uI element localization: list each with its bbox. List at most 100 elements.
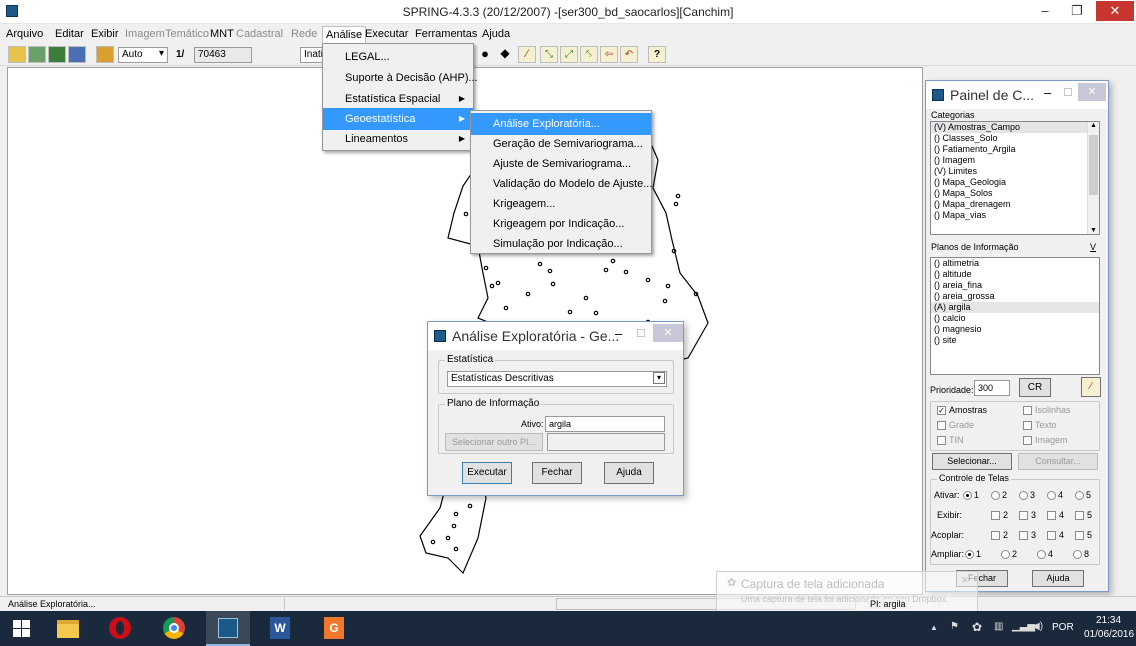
list-item[interactable]: () site bbox=[931, 335, 1099, 346]
scroll-down-icon[interactable]: ▼ bbox=[1088, 227, 1099, 234]
ativar-4[interactable]: 4 bbox=[1047, 490, 1063, 501]
menu-mnt[interactable]: MNT bbox=[210, 28, 234, 40]
close-button[interactable]: ✕ bbox=[653, 324, 683, 342]
ajuda-panel-button[interactable]: Ajuda bbox=[1032, 570, 1084, 587]
ampliar-2[interactable]: 2 bbox=[1001, 549, 1017, 560]
list-item[interactable]: () magnesio bbox=[931, 324, 1099, 335]
close-button[interactable]: ✕ bbox=[1096, 1, 1134, 21]
volume-icon[interactable]: ◀) bbox=[1032, 621, 1043, 632]
consultar-button[interactable]: Consultar... bbox=[1018, 453, 1098, 470]
ativar-2[interactable]: 2 bbox=[991, 490, 1007, 501]
acoplar-5[interactable]: 5 bbox=[1075, 530, 1092, 541]
acoplar-3[interactable]: 3 bbox=[1019, 530, 1036, 541]
menu-item-legal[interactable]: LEGAL... bbox=[323, 46, 473, 68]
list-item[interactable]: () Mapa_drenagem bbox=[931, 199, 1099, 210]
list-item[interactable]: () Fatiamento_Argila bbox=[931, 144, 1099, 155]
list-item[interactable]: () Classes_Solo bbox=[931, 133, 1099, 144]
info-icon[interactable]: ● bbox=[476, 46, 494, 63]
estatistica-select[interactable]: Estatísticas Descritivas ▾ bbox=[447, 371, 667, 387]
scroll-thumb[interactable] bbox=[1089, 135, 1098, 195]
list-item[interactable]: (A) argila bbox=[931, 302, 1099, 313]
zoom-out-icon[interactable]: ⤢ bbox=[560, 46, 578, 63]
maximize-button[interactable]: ☐ bbox=[1063, 86, 1073, 99]
menu-ferramentas[interactable]: Ferramentas bbox=[415, 28, 477, 40]
language-indicator[interactable]: POR bbox=[1052, 622, 1074, 633]
taskbar-pdf[interactable]: G bbox=[312, 611, 356, 646]
check-texto[interactable]: Texto bbox=[1023, 420, 1057, 431]
menu-executar[interactable]: Executar bbox=[365, 28, 408, 40]
ativar-3[interactable]: 3 bbox=[1019, 490, 1035, 501]
list-item[interactable]: () calcio bbox=[931, 313, 1099, 324]
menu-item-analise-exploratoria[interactable]: Análise Exploratória... bbox=[471, 113, 651, 135]
ajuda-button[interactable]: Ajuda bbox=[604, 462, 654, 484]
help-icon[interactable]: ? bbox=[648, 46, 666, 63]
list-item[interactable]: () Imagem bbox=[931, 155, 1099, 166]
clock-time[interactable]: 21:34 bbox=[1096, 615, 1121, 626]
ampliar-4[interactable]: 4 bbox=[1037, 549, 1053, 560]
fechar-button[interactable]: Fechar bbox=[532, 462, 582, 484]
menu-cadastral[interactable]: Cadastral bbox=[236, 28, 283, 40]
display-icon[interactable] bbox=[96, 46, 114, 63]
dropbox-tray-icon[interactable]: ✿ bbox=[972, 620, 982, 634]
mode-select[interactable]: Auto ▾ bbox=[118, 47, 168, 63]
menu-item-geoestatistica[interactable]: Geoestatística ▶ bbox=[323, 108, 473, 130]
menu-item-estatistica-espacial[interactable]: Estatística Espacial ▶ bbox=[323, 88, 473, 110]
menu-analise[interactable]: Análise bbox=[322, 26, 367, 43]
selecionar-button[interactable]: Selecionar... bbox=[932, 453, 1012, 470]
check-imagem[interactable]: Imagem bbox=[1023, 435, 1068, 446]
maximize-button[interactable]: ❐ bbox=[1062, 0, 1092, 22]
menu-item-geracao-semivariograma[interactable]: Geração de Semivariograma... bbox=[471, 133, 651, 155]
minimize-button[interactable]: – bbox=[1044, 85, 1051, 100]
list-item[interactable]: () Mapa_vias bbox=[931, 210, 1099, 221]
close-icon[interactable]: ✕ bbox=[961, 575, 969, 586]
menu-tematico[interactable]: Temático bbox=[165, 28, 209, 40]
project-icon[interactable] bbox=[28, 46, 46, 63]
acoplar-2[interactable]: 2 bbox=[991, 530, 1008, 541]
check-amostras[interactable]: Amostras bbox=[937, 405, 987, 416]
prioridade-field[interactable]: 300 bbox=[974, 380, 1010, 396]
menu-item-simulacao-indicacao[interactable]: Simulação por Indicação... bbox=[471, 233, 651, 255]
menu-item-ajuste-semivariograma[interactable]: Ajuste de Semivariograma... bbox=[471, 153, 651, 175]
ampliar-8[interactable]: 8 bbox=[1073, 549, 1089, 560]
tray-chevron-icon[interactable]: ▲ bbox=[930, 623, 938, 632]
clock-date[interactable]: 01/06/2016 bbox=[1084, 629, 1134, 640]
ampliar-1[interactable]: 1 bbox=[965, 549, 981, 560]
taskbar-spring[interactable] bbox=[206, 611, 250, 646]
flag-icon[interactable]: ⚑ bbox=[950, 621, 959, 632]
list-item[interactable]: () areia_grossa bbox=[931, 291, 1099, 302]
cr-button[interactable]: CR bbox=[1019, 378, 1051, 397]
check-isolinhas[interactable]: Isolinhas bbox=[1023, 405, 1071, 416]
ativar-1[interactable]: 1 bbox=[963, 490, 979, 501]
check-grade[interactable]: Grade bbox=[937, 420, 974, 431]
scale-field[interactable]: 70463 bbox=[194, 47, 252, 63]
list-item[interactable]: () areia_fina bbox=[931, 280, 1099, 291]
close-button[interactable]: ✕ bbox=[1078, 83, 1106, 101]
minimize-button[interactable]: – bbox=[615, 326, 622, 341]
exibir-3[interactable]: 3 bbox=[1019, 510, 1036, 521]
pointer-icon[interactable]: ◆ bbox=[496, 46, 514, 63]
ativar-5[interactable]: 5 bbox=[1075, 490, 1091, 501]
exibir-2[interactable]: 2 bbox=[991, 510, 1008, 521]
list-item[interactable]: () Mapa_Geologia bbox=[931, 177, 1099, 188]
exibir-4[interactable]: 4 bbox=[1047, 510, 1064, 521]
undo-icon[interactable]: ↶ bbox=[620, 46, 638, 63]
outro-pi-field[interactable] bbox=[547, 433, 665, 451]
planos-v-label[interactable]: V bbox=[1090, 242, 1096, 252]
exibir-5[interactable]: 5 bbox=[1075, 510, 1092, 521]
menu-rede[interactable]: Rede bbox=[291, 28, 317, 40]
edit-icon[interactable]: ∕ bbox=[518, 46, 536, 63]
list-item[interactable]: () altitude bbox=[931, 269, 1099, 280]
list-item[interactable]: (V) Amostras_Campo bbox=[931, 122, 1099, 133]
check-tin[interactable]: TIN bbox=[937, 435, 964, 446]
pan-icon[interactable]: ⇦ bbox=[600, 46, 618, 63]
menu-item-lineamentos[interactable]: Lineamentos ▶ bbox=[323, 128, 473, 150]
ativo-field[interactable]: argila bbox=[545, 416, 665, 432]
layers-icon[interactable] bbox=[48, 46, 66, 63]
start-button[interactable] bbox=[0, 611, 44, 646]
zoom-area-icon[interactable]: ⤣ bbox=[580, 46, 598, 63]
taskbar-word[interactable]: W bbox=[258, 611, 302, 646]
list-item[interactable]: () altimetria bbox=[931, 258, 1099, 269]
menu-imagem[interactable]: Imagem bbox=[125, 28, 165, 40]
executar-button[interactable]: Executar bbox=[462, 462, 512, 484]
menu-item-krigeagem[interactable]: Krigeagem... bbox=[471, 193, 651, 215]
